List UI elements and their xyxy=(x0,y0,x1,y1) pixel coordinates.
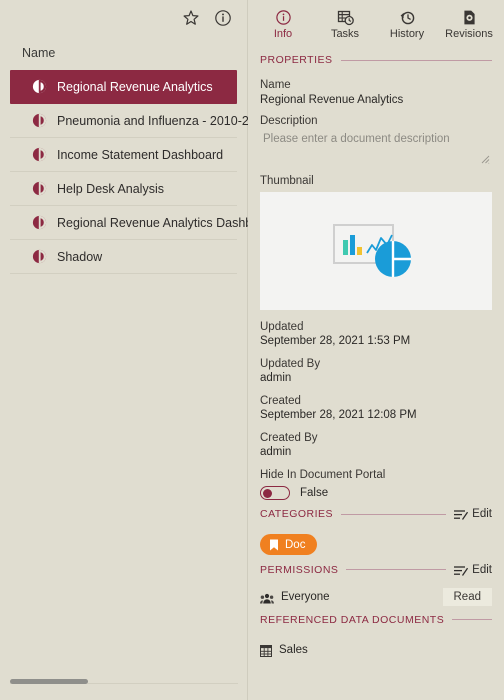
pie-chart-icon xyxy=(32,113,47,128)
edit-list-icon xyxy=(454,564,469,576)
updated-by-label: Updated By xyxy=(260,358,321,370)
updated-by-value: admin xyxy=(260,372,292,384)
edit-list-icon xyxy=(454,508,469,520)
clock-history-icon xyxy=(399,9,416,26)
categories-chip-list: Doc xyxy=(248,524,504,556)
thumbnail-preview[interactable] xyxy=(260,192,492,310)
info-circle-icon[interactable] xyxy=(213,8,233,28)
list-item-label: Shadow xyxy=(57,249,103,264)
list-item[interactable]: Shadow xyxy=(10,240,237,274)
tab-label: Info xyxy=(273,28,293,40)
list-column-header: Name xyxy=(22,46,56,60)
list-item[interactable]: Pneumonia and Influenza - 2010-2020 xyxy=(10,104,270,138)
document-list-panel: Name Regional Revenue Analytics Pneumonia… xyxy=(0,0,277,700)
updated-label: Updated xyxy=(260,321,304,333)
section-title-categories: CATEGORIES xyxy=(260,508,334,520)
name-label: Name xyxy=(260,79,291,91)
list-item-label: Help Desk Analysis xyxy=(57,181,164,196)
properties-panel: Info Tasks History Revisions PROPERTIES Nam… xyxy=(248,0,504,700)
categories-section-header: CATEGORIES Edit xyxy=(248,504,504,524)
info-circle-icon xyxy=(275,9,292,26)
referenced-docs-list: Sales xyxy=(248,630,504,657)
description-input[interactable]: Please enter a document description xyxy=(260,130,492,166)
referenced-docs-section-header: REFERENCED DATA DOCUMENTS xyxy=(248,610,504,630)
category-chip-label: Doc xyxy=(285,538,306,551)
section-rule xyxy=(452,619,492,620)
name-field: Name Regional Revenue Analytics xyxy=(248,79,504,106)
table-grid-icon xyxy=(260,644,272,657)
tab-tasks[interactable]: Tasks xyxy=(314,3,376,46)
referenced-document-row[interactable]: Sales xyxy=(260,643,492,657)
section-title-referenced-docs: REFERENCED DATA DOCUMENTS xyxy=(260,613,445,626)
section-title-properties: PROPERTIES xyxy=(260,54,333,66)
section-rule xyxy=(346,569,447,570)
hide-in-portal-row: False xyxy=(260,486,492,500)
list-toolbar xyxy=(0,0,247,36)
description-label: Description xyxy=(260,115,318,127)
permissions-edit-button[interactable]: Edit xyxy=(454,564,492,576)
created-label: Created xyxy=(260,395,301,407)
document-properties-app: Name Regional Revenue Analytics Pneumonia… xyxy=(0,0,504,700)
group-icon xyxy=(260,591,274,604)
hide-in-portal-toggle[interactable] xyxy=(260,486,290,500)
list-item-label: Pneumonia and Influenza - 2010-2020 xyxy=(57,113,270,128)
section-rule xyxy=(341,513,447,515)
list-item-label: Regional Revenue Analytics Dashboard xyxy=(57,215,278,230)
description-field: Description Please enter a document desc… xyxy=(248,115,504,166)
tab-label: Tasks xyxy=(330,28,360,40)
pie-chart-icon xyxy=(32,79,47,94)
star-icon[interactable] xyxy=(181,8,201,28)
tasks-table-clock-icon xyxy=(337,9,354,26)
created-value: September 28, 2021 12:08 PM xyxy=(260,409,417,421)
tab-label: Revisions xyxy=(445,28,493,40)
created-by-label: Created By xyxy=(260,432,318,444)
document-list: Regional Revenue Analytics Pneumonia and … xyxy=(0,70,277,274)
permission-principal: Everyone xyxy=(260,590,330,604)
thumbnail-label: Thumbnail xyxy=(260,175,314,187)
pie-chart-icon xyxy=(32,181,47,196)
updated-value: September 28, 2021 1:53 PM xyxy=(260,335,411,347)
permissions-section-header: PERMISSIONS Edit xyxy=(248,560,504,580)
tab-history[interactable]: History xyxy=(376,3,438,46)
description-placeholder: Please enter a document description xyxy=(263,133,450,145)
hide-in-portal-label: Hide In Document Portal xyxy=(260,469,386,481)
list-item[interactable]: Regional Revenue Analytics xyxy=(10,70,237,104)
list-item[interactable]: Income Statement Dashboard xyxy=(10,138,237,172)
document-revision-icon xyxy=(461,9,478,26)
metadata-block: Updated September 28, 2021 1:53 PM Updat… xyxy=(248,321,504,500)
created-by-value: admin xyxy=(260,446,292,458)
resize-handle-icon[interactable] xyxy=(481,155,490,164)
properties-section-header: PROPERTIES xyxy=(248,50,504,70)
scrollbar-thumb[interactable] xyxy=(10,679,88,684)
permission-name: Everyone xyxy=(281,590,330,603)
bookmark-icon xyxy=(269,539,279,551)
panel-tabs: Info Tasks History Revisions xyxy=(248,0,504,46)
permissions-edit-label: Edit xyxy=(472,563,492,576)
section-title-permissions: PERMISSIONS xyxy=(260,563,339,576)
categories-edit-label: Edit xyxy=(472,508,492,520)
tab-revisions[interactable]: Revisions xyxy=(438,3,500,46)
categories-edit-button[interactable]: Edit xyxy=(454,508,492,520)
pie-chart-icon xyxy=(32,249,47,264)
thumbnail-field: Thumbnail xyxy=(248,175,504,187)
toggle-knob xyxy=(263,488,272,498)
name-value[interactable]: Regional Revenue Analytics xyxy=(260,94,492,106)
referenced-document-name: Sales xyxy=(279,643,308,656)
list-item-label: Income Statement Dashboard xyxy=(57,147,224,162)
pie-chart-icon xyxy=(32,215,47,230)
tab-info[interactable]: Info xyxy=(252,3,314,46)
chart-placeholder-icon xyxy=(333,222,419,280)
section-rule xyxy=(340,59,492,61)
tab-label: History xyxy=(389,28,425,40)
list-item[interactable]: Help Desk Analysis xyxy=(10,172,237,206)
permission-access-badge[interactable]: Read xyxy=(442,587,492,606)
permission-row[interactable]: Everyone Read xyxy=(260,587,492,606)
list-item[interactable]: Regional Revenue Analytics Dashboard xyxy=(10,206,277,240)
category-chip[interactable]: Doc xyxy=(260,534,318,555)
horizontal-scrollbar[interactable] xyxy=(10,679,238,684)
pie-chart-icon xyxy=(32,147,47,162)
permissions-list: Everyone Read xyxy=(248,580,504,606)
list-item-label: Regional Revenue Analytics xyxy=(57,79,213,94)
hide-in-portal-value: False xyxy=(300,487,329,499)
